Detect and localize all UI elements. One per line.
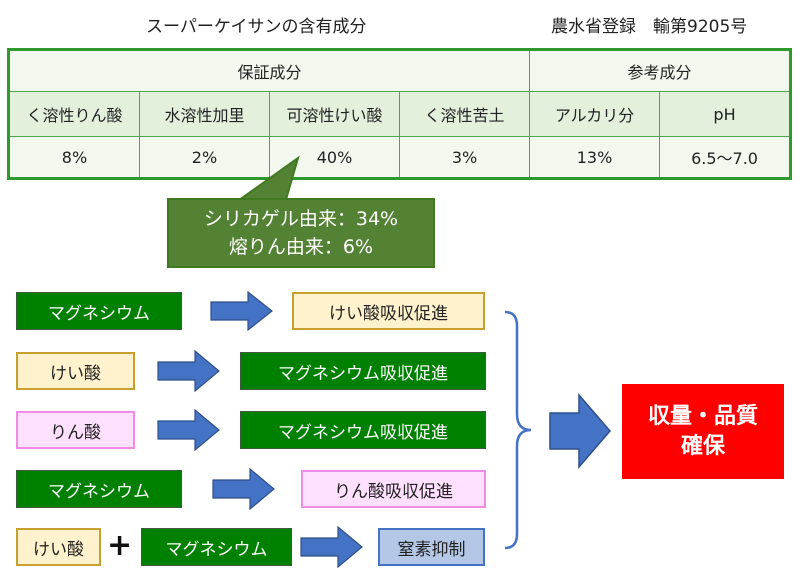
arrow-right-icon: [212, 468, 275, 510]
group-reference: 参考成分: [529, 49, 792, 92]
group-guaranteed: 保証成分: [7, 49, 531, 92]
table-cell: 6.5～7.0: [659, 136, 792, 179]
arrow-right-icon: [210, 291, 273, 331]
flow-3-output: マグネシウム吸収促進: [240, 411, 486, 449]
flow-3-input: りん酸: [16, 411, 135, 449]
flow-4-output: りん酸吸収促進: [301, 470, 486, 508]
flow-2-output: マグネシウム吸収促進: [240, 352, 486, 390]
flow-1-output: けい酸吸収促進: [292, 292, 485, 330]
column-header: pH: [659, 91, 792, 137]
column-header: 水溶性加里: [139, 91, 270, 137]
right-brace-icon: [504, 310, 532, 550]
arrow-right-icon: [157, 350, 220, 392]
column-header: アルカリ分: [529, 91, 661, 137]
result-box: 収量・品質 確保: [622, 384, 784, 479]
flow-5-output: 窒素抑制: [378, 528, 485, 566]
arrow-right-icon: [300, 526, 363, 568]
flow-4-input: マグネシウム: [16, 470, 182, 508]
big-arrow-right-icon: [549, 393, 611, 469]
table-cell: 3%: [398, 136, 531, 179]
table-cell: 8%: [8, 136, 140, 179]
result-line-1: 収量・品質: [647, 403, 758, 429]
callout-pointer: [233, 155, 300, 203]
callout-line-2: 熔りん由来：6%: [228, 236, 374, 258]
callout-line-1: シリカゲル由来：34%: [203, 208, 399, 230]
chart-title: スーパーケイサンの含有成分: [146, 17, 367, 37]
table-header-row: く溶性りん酸 水溶性加里 可溶性けい酸 く溶性苦土 アルカリ分 pH: [8, 91, 792, 137]
flow-5-input: けい酸: [16, 528, 101, 566]
flow-1-input: マグネシウム: [16, 292, 182, 330]
arrow-right-icon: [157, 409, 220, 451]
plus-icon: +: [107, 528, 133, 563]
result-line-2: 確保: [680, 433, 725, 459]
table-row: 8% 2% 40% 3% 13% 6.5～7.0: [8, 136, 792, 179]
flow-2-input: けい酸: [16, 352, 135, 390]
composition-table: 保証成分 参考成分 く溶性りん酸 水溶性加里 可溶性けい酸 く溶性苦土 アルカリ…: [7, 48, 793, 180]
column-header: く溶性りん酸: [8, 91, 140, 137]
column-header: く溶性苦土: [398, 91, 531, 137]
table-cell: 13%: [529, 136, 661, 179]
flow-5-input-2: マグネシウム: [141, 528, 292, 566]
table-group-row: 保証成分 参考成分: [7, 49, 792, 92]
column-header: 可溶性けい酸: [269, 91, 400, 137]
registration-number: 農水省登録 輸第9205号: [551, 17, 748, 37]
silicate-source-callout: シリカゲル由来：34% 熔りん由来：6%: [167, 198, 435, 268]
